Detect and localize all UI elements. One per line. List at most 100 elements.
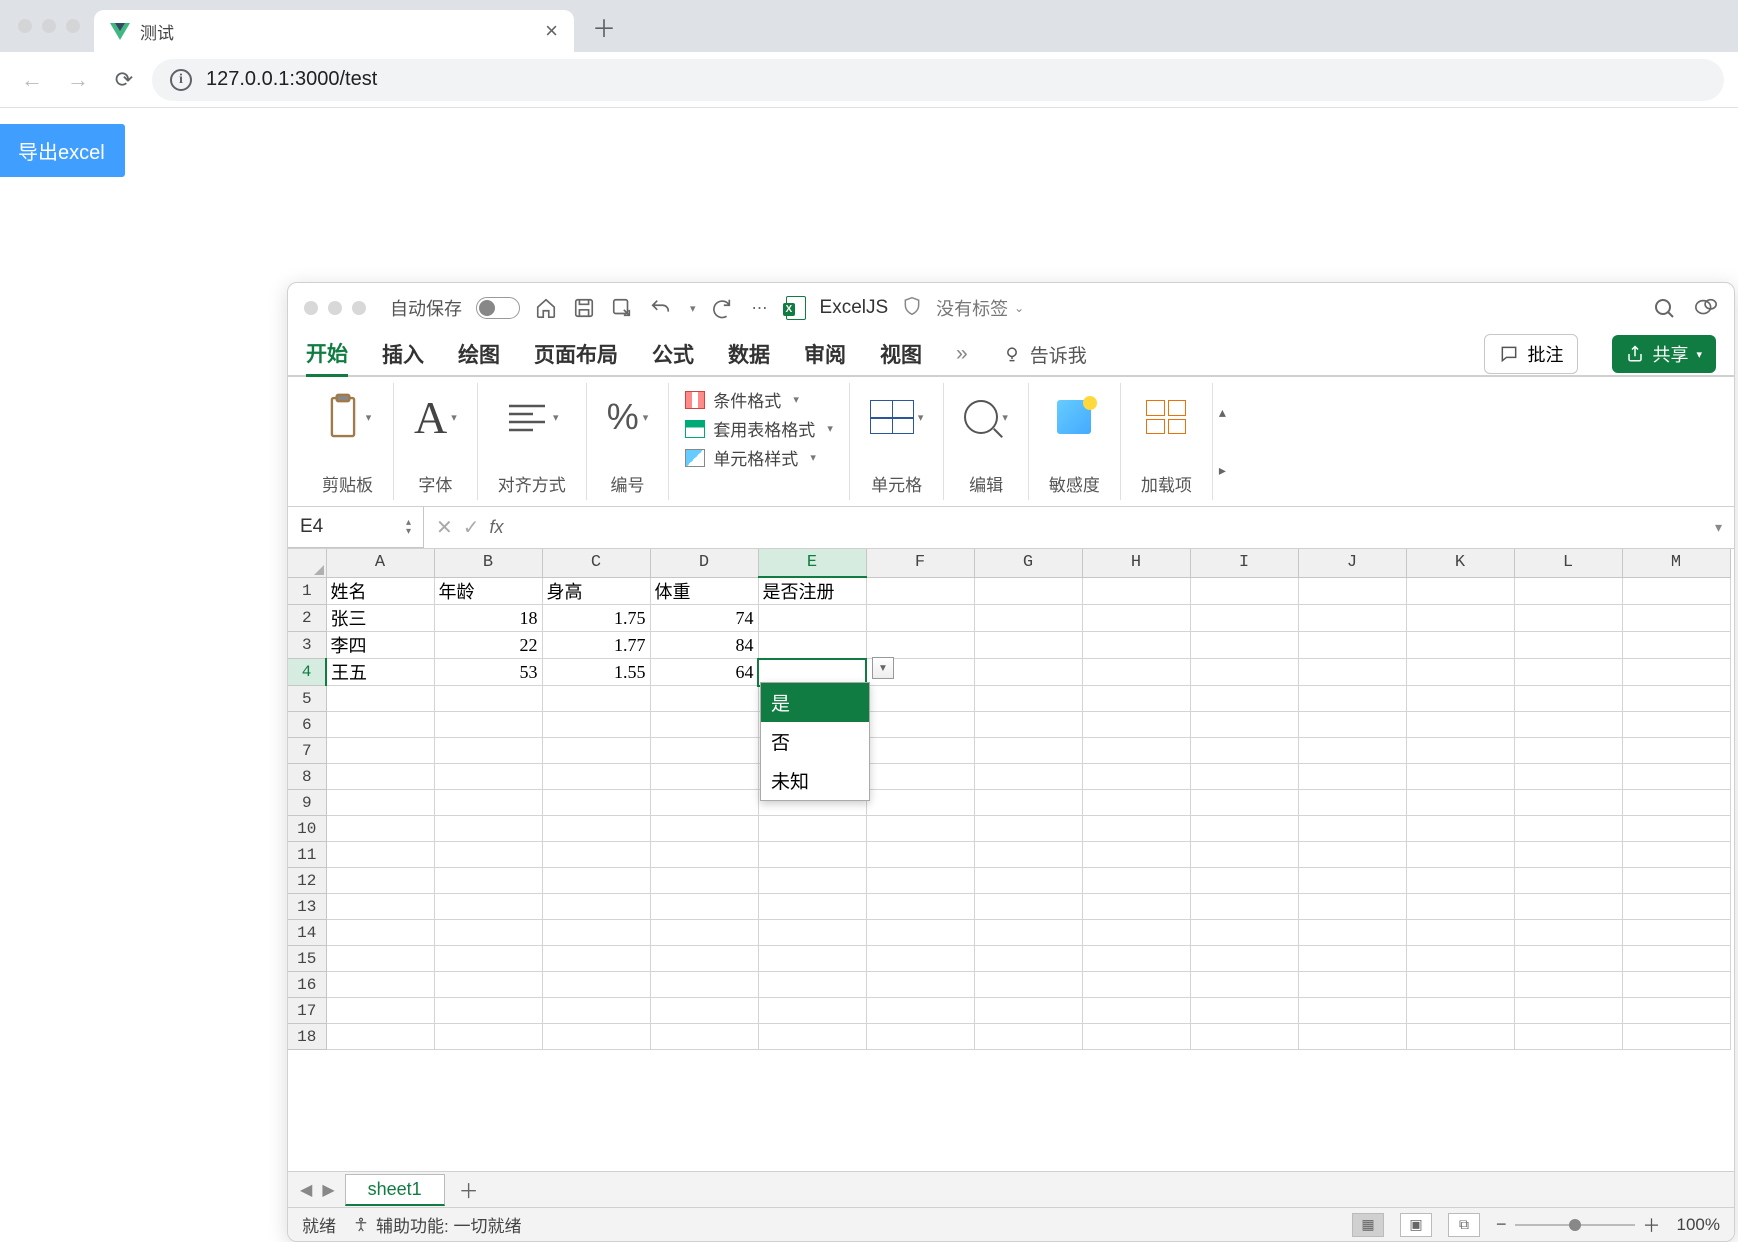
dropdown-option-yes[interactable]: 是 (761, 683, 869, 722)
cell[interactable] (542, 816, 650, 842)
cell[interactable]: 1.77 (542, 632, 650, 659)
ribbon-group-number[interactable]: %▾ 编号 (587, 383, 670, 500)
cell[interactable] (758, 842, 866, 868)
cell[interactable] (1406, 946, 1514, 972)
column-header[interactable]: G (974, 549, 1082, 577)
cell[interactable] (1082, 920, 1190, 946)
cell[interactable]: 李四 (326, 632, 434, 659)
cell[interactable] (542, 764, 650, 790)
cell[interactable] (1514, 686, 1622, 712)
cell[interactable] (1190, 816, 1298, 842)
cell[interactable] (542, 686, 650, 712)
cell[interactable] (650, 686, 758, 712)
browser-tab[interactable]: 测试 × (94, 10, 574, 52)
view-page-layout-button[interactable]: ▣ (1400, 1213, 1432, 1237)
cell[interactable] (758, 998, 866, 1024)
window-close-icon[interactable] (18, 19, 32, 33)
cell[interactable] (866, 605, 974, 632)
sheet-tab[interactable]: sheet1 (345, 1174, 445, 1206)
cell[interactable] (1298, 920, 1406, 946)
cell[interactable] (326, 712, 434, 738)
cell[interactable] (866, 998, 974, 1024)
redo-icon[interactable] (710, 296, 734, 320)
name-box-spinner[interactable]: ▴▾ (406, 518, 411, 536)
cell[interactable] (1622, 632, 1730, 659)
cell[interactable] (1406, 632, 1514, 659)
ribbon-overflow-icon[interactable]: » (956, 342, 968, 366)
cell[interactable] (1406, 868, 1514, 894)
cell[interactable] (1190, 659, 1298, 686)
more-icon[interactable]: ⋯ (748, 296, 772, 320)
column-header[interactable]: J (1298, 549, 1406, 577)
cell[interactable] (1406, 577, 1514, 605)
cell[interactable] (542, 894, 650, 920)
row-header[interactable]: 9 (288, 790, 326, 816)
cell[interactable] (866, 738, 974, 764)
cell[interactable] (1514, 790, 1622, 816)
cell[interactable] (326, 894, 434, 920)
row-header[interactable]: 14 (288, 920, 326, 946)
cell[interactable] (1190, 686, 1298, 712)
ribbon-tab-data[interactable]: 数据 (728, 333, 770, 375)
undo-icon[interactable] (648, 296, 672, 320)
cancel-formula-icon[interactable]: ✕ (436, 515, 453, 540)
row-header[interactable]: 8 (288, 764, 326, 790)
cell[interactable] (866, 816, 974, 842)
cell[interactable] (974, 946, 1082, 972)
cell[interactable] (1622, 738, 1730, 764)
cell[interactable] (974, 712, 1082, 738)
cell[interactable] (866, 577, 974, 605)
column-header[interactable]: H (1082, 549, 1190, 577)
cell[interactable]: 74 (650, 605, 758, 632)
row-header[interactable]: 3 (288, 632, 326, 659)
cell[interactable] (974, 738, 1082, 764)
cell[interactable] (1622, 790, 1730, 816)
cell[interactable] (1298, 998, 1406, 1024)
cell[interactable] (974, 686, 1082, 712)
row-header[interactable]: 18 (288, 1024, 326, 1050)
row-header[interactable]: 15 (288, 946, 326, 972)
back-button[interactable]: ← (14, 62, 50, 98)
cell[interactable] (1406, 605, 1514, 632)
cell[interactable] (1298, 1024, 1406, 1050)
cell[interactable] (1082, 894, 1190, 920)
zoom-in-button[interactable]: ＋ (1643, 1212, 1661, 1238)
chat-icon[interactable] (1694, 296, 1718, 320)
cell-validation-dropdown-button[interactable]: ▼ (872, 657, 894, 679)
cell[interactable] (326, 764, 434, 790)
cell[interactable] (1190, 577, 1298, 605)
file-name[interactable]: ExcelJS (820, 297, 889, 319)
close-tab-icon[interactable]: × (545, 18, 558, 44)
cell[interactable] (434, 972, 542, 998)
cell[interactable] (1514, 712, 1622, 738)
cell[interactable] (1514, 972, 1622, 998)
column-header[interactable]: B (434, 549, 542, 577)
cell[interactable] (1190, 868, 1298, 894)
cell[interactable] (866, 790, 974, 816)
ribbon-tab-layout[interactable]: 页面布局 (534, 333, 618, 375)
share-button[interactable]: 共享 ▾ (1612, 335, 1716, 373)
cell[interactable] (434, 764, 542, 790)
dropdown-option-no[interactable]: 否 (761, 722, 869, 761)
cell[interactable] (1190, 972, 1298, 998)
zoom-slider[interactable]: − ＋ (1496, 1212, 1661, 1238)
cell[interactable] (974, 790, 1082, 816)
cell[interactable] (974, 605, 1082, 632)
cell[interactable] (866, 972, 974, 998)
zoom-thumb[interactable] (1569, 1219, 1581, 1231)
column-header[interactable]: K (1406, 549, 1514, 577)
cell[interactable] (326, 972, 434, 998)
ribbon-group-clipboard[interactable]: ▾ 剪贴板 (302, 383, 394, 500)
tell-me-button[interactable]: 告诉我 (1002, 341, 1087, 368)
ribbon-group-editing[interactable]: ▾ 编辑 (944, 383, 1029, 500)
row-header[interactable]: 16 (288, 972, 326, 998)
cell[interactable] (1514, 868, 1622, 894)
row-header[interactable]: 7 (288, 738, 326, 764)
search-icon[interactable] (1652, 296, 1676, 320)
cell[interactable] (1622, 659, 1730, 686)
cell[interactable] (866, 842, 974, 868)
cell[interactable] (1514, 577, 1622, 605)
home-icon[interactable] (534, 296, 558, 320)
cell[interactable]: 身高 (542, 577, 650, 605)
cell[interactable] (1298, 972, 1406, 998)
